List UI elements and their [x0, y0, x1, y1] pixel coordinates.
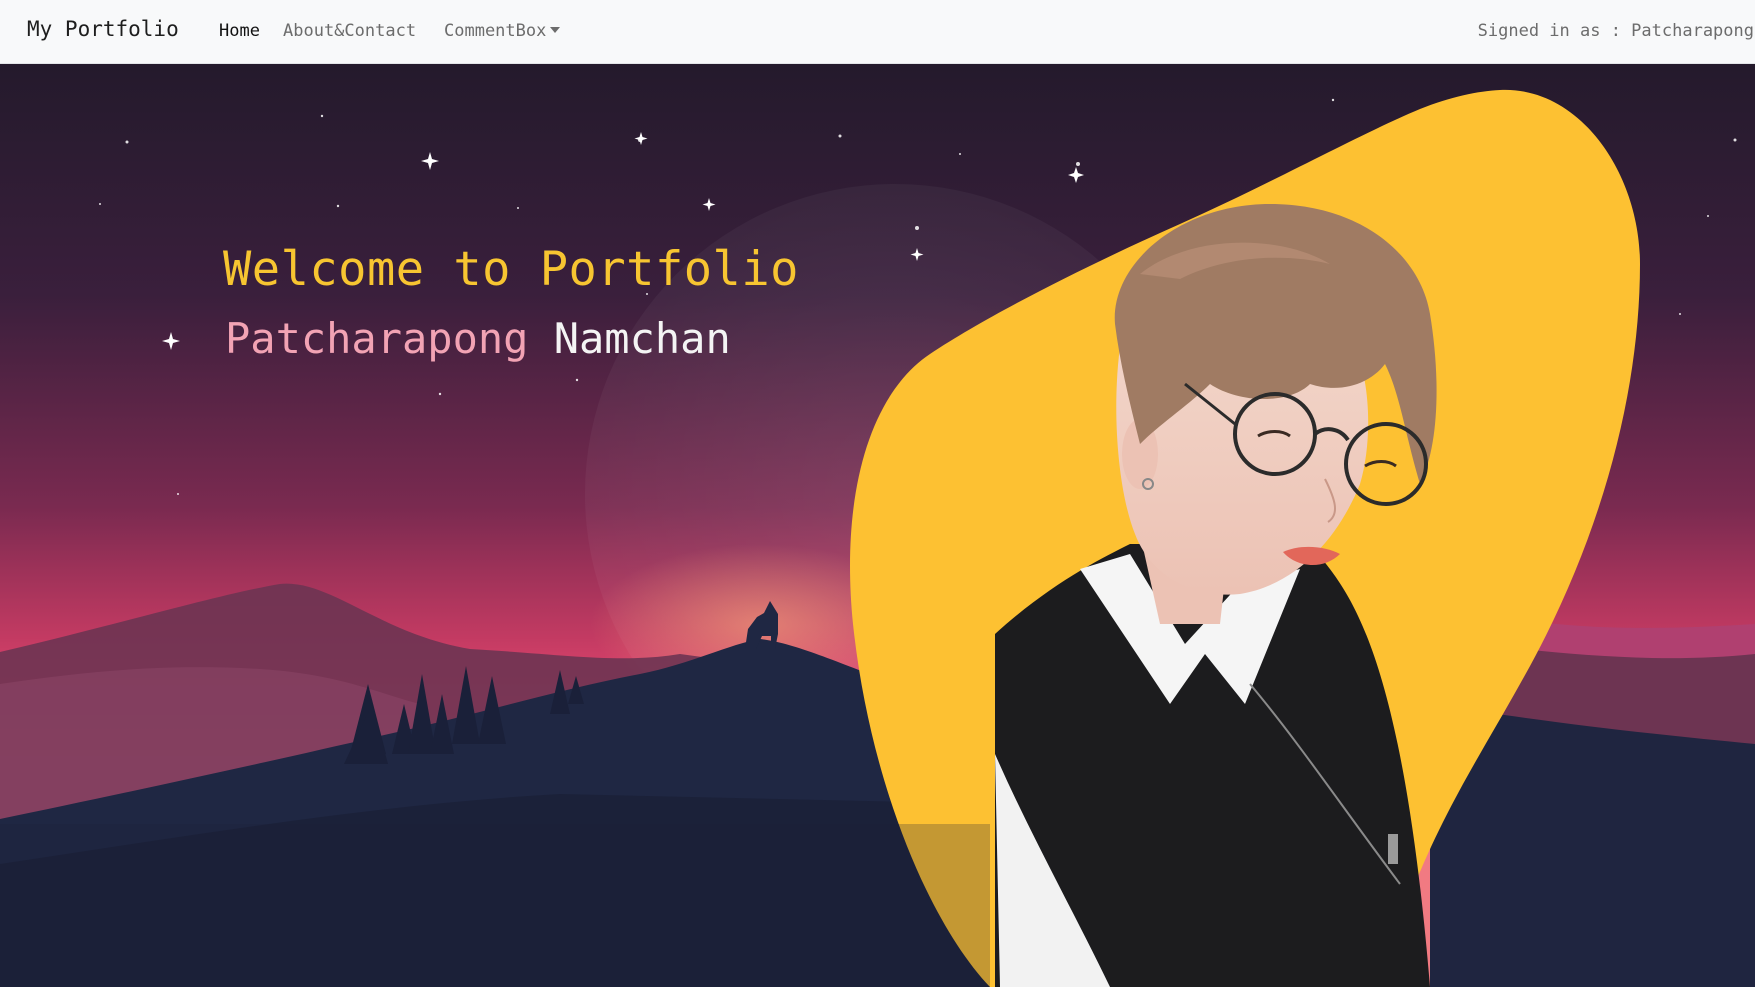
nav-commentbox-label: CommentBox: [444, 21, 547, 41]
hero-banner: Welcome to Portfolio Patcharapong Namcha…: [0, 64, 1755, 987]
hero-name: Patcharapong Namchan: [225, 314, 731, 363]
top-navbar: My Portfolio Home About&Contact CommentB…: [0, 0, 1755, 64]
hero-title: Welcome to Portfolio: [223, 242, 799, 297]
chevron-down-icon: [550, 27, 561, 33]
hero-name-last: Namchan: [553, 314, 731, 363]
nav-about-contact-link[interactable]: About&Contact: [283, 21, 416, 41]
night-landscape-illustration: [0, 64, 1755, 987]
brand-link[interactable]: My Portfolio: [27, 17, 179, 41]
signed-in-username: Patcharapong: [1631, 21, 1754, 41]
signed-in-status: Signed in as : Patcharapong: [1478, 21, 1754, 41]
signed-in-prefix: Signed in as :: [1477, 21, 1632, 41]
hero-name-first: Patcharapong: [225, 314, 529, 363]
nav-commentbox-dropdown[interactable]: CommentBox: [444, 21, 561, 41]
nav-home-link[interactable]: Home: [219, 21, 260, 41]
